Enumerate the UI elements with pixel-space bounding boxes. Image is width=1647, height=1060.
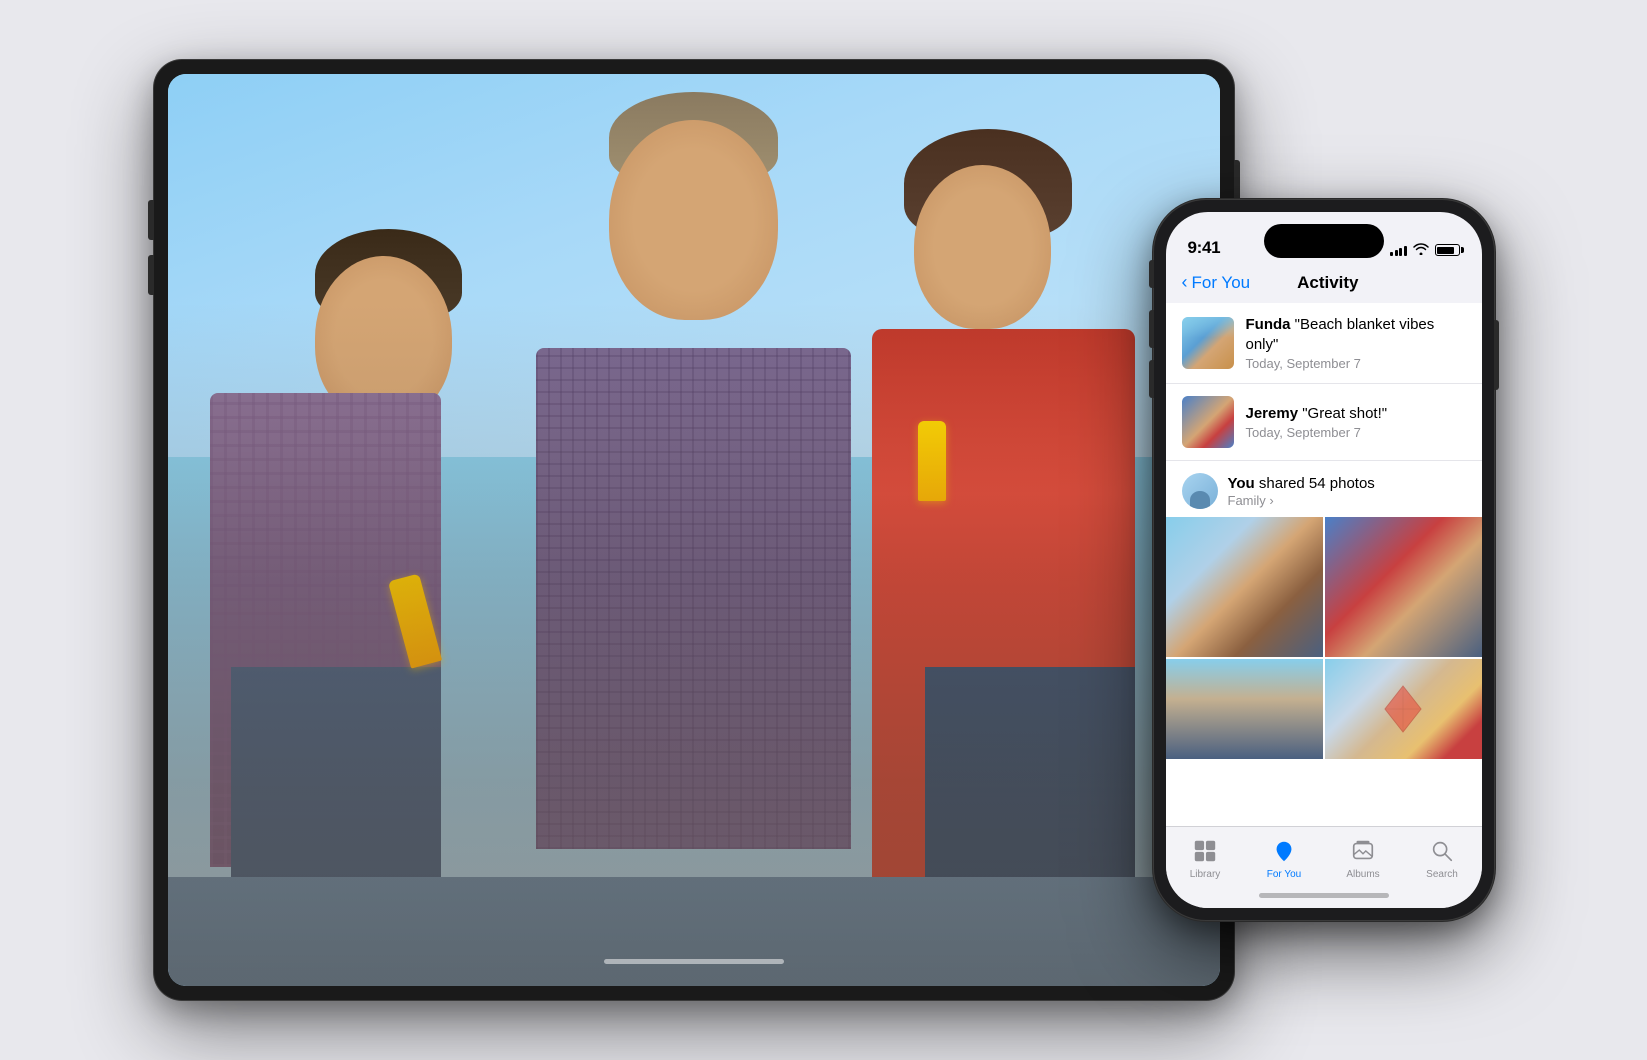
shared-album-name: Family [1228, 493, 1266, 508]
photo-girl-red-img [1325, 517, 1482, 657]
funda-date: Today, September 7 [1246, 356, 1466, 371]
shared-section: You shared 54 photos Family › [1166, 461, 1482, 761]
photo-man-smile-img [1166, 659, 1323, 759]
signal-bar-1 [1390, 252, 1393, 256]
battery-icon [1435, 244, 1460, 256]
back-chevron-icon: ‹ [1182, 272, 1188, 293]
funda-text: Funda "Beach blanket vibes only" Today, … [1246, 315, 1466, 371]
library-icon [1191, 837, 1219, 865]
jeremy-date: Today, September 7 [1246, 425, 1466, 440]
status-icons [1390, 242, 1460, 258]
grid-photo-1[interactable] [1166, 517, 1323, 657]
tab-search-label: Search [1426, 869, 1458, 880]
shared-album-arrow: › [1269, 493, 1273, 508]
jeremy-comment: Jeremy "Great shot!" [1246, 404, 1466, 424]
signal-bar-3 [1399, 248, 1402, 256]
photo-grid [1166, 517, 1482, 761]
grid-photo-3[interactable] [1166, 659, 1323, 759]
nav-header: ‹ For You Activity [1166, 266, 1482, 303]
tab-for-you[interactable]: For You [1245, 837, 1324, 880]
battery-fill [1437, 247, 1454, 254]
people-layer [168, 302, 1220, 986]
shared-album[interactable]: Family › [1228, 493, 1466, 508]
shared-action-text: shared 54 photos [1259, 475, 1375, 492]
activity-list: Funda "Beach blanket vibes only" Today, … [1166, 303, 1482, 826]
iphone-volume-up[interactable] [1149, 310, 1154, 348]
dynamic-island [1264, 224, 1384, 258]
shared-text: You shared 54 photos [1228, 475, 1466, 492]
tab-for-you-label: For You [1267, 869, 1301, 880]
search-icon [1428, 837, 1456, 865]
family-photo [168, 74, 1220, 986]
activity-item-funda[interactable]: Funda "Beach blanket vibes only" Today, … [1166, 303, 1482, 384]
scene: 9:41 [154, 60, 1494, 1000]
photo-kite-img [1325, 659, 1482, 759]
back-button[interactable]: ‹ For You [1182, 272, 1251, 293]
dad-face [609, 120, 777, 321]
iphone-wrapper: 9:41 [1154, 200, 1494, 920]
iphone-mute-switch[interactable] [1149, 260, 1154, 288]
iphone-screen: 9:41 [1166, 212, 1482, 908]
wifi-icon [1413, 242, 1429, 258]
tab-albums[interactable]: Albums [1324, 837, 1403, 880]
photo-family-beach-img [1166, 517, 1323, 657]
ipad-volume-down[interactable] [148, 255, 154, 295]
iphone-home-indicator [1259, 893, 1389, 898]
shared-header: You shared 54 photos Family › [1166, 461, 1482, 517]
funda-comment: Funda "Beach blanket vibes only" [1246, 315, 1466, 354]
grid-photo-4[interactable] [1325, 659, 1482, 759]
shared-avatar [1182, 473, 1218, 509]
tab-library-label: Library [1190, 869, 1221, 880]
back-label: For You [1192, 273, 1251, 293]
for-you-icon [1270, 837, 1298, 865]
grid-photo-2[interactable] [1325, 517, 1482, 657]
iphone-power-button[interactable] [1494, 320, 1499, 390]
tab-albums-label: Albums [1346, 869, 1379, 880]
signal-bar-2 [1395, 250, 1398, 256]
tab-library[interactable]: Library [1166, 837, 1245, 880]
ipad-device [154, 60, 1234, 1000]
jeremy-quote: "Great shot!" [1302, 405, 1387, 422]
albums-icon [1349, 837, 1377, 865]
nav-title: Activity [1250, 273, 1405, 293]
activity-item-jeremy[interactable]: Jeremy "Great shot!" Today, September 7 [1166, 384, 1482, 461]
funda-name: Funda [1246, 316, 1291, 333]
iphone-device: 9:41 [1154, 200, 1494, 920]
iphone-volume-down[interactable] [1149, 360, 1154, 398]
signal-icon [1390, 244, 1407, 256]
jeremy-thumbnail [1182, 396, 1234, 448]
shared-info: You shared 54 photos Family › [1228, 475, 1466, 508]
jeremy-name: Jeremy [1246, 405, 1299, 422]
tab-search[interactable]: Search [1403, 837, 1482, 880]
jeremy-text: Jeremy "Great shot!" Today, September 7 [1246, 404, 1466, 441]
ipad-volume-up[interactable] [148, 200, 154, 240]
ipad-screen [168, 74, 1220, 986]
status-time: 9:41 [1188, 238, 1221, 258]
ipad-home-bar [604, 959, 784, 964]
funda-thumbnail [1182, 317, 1234, 369]
signal-bar-4 [1404, 246, 1407, 256]
shared-poster: You [1228, 475, 1255, 492]
